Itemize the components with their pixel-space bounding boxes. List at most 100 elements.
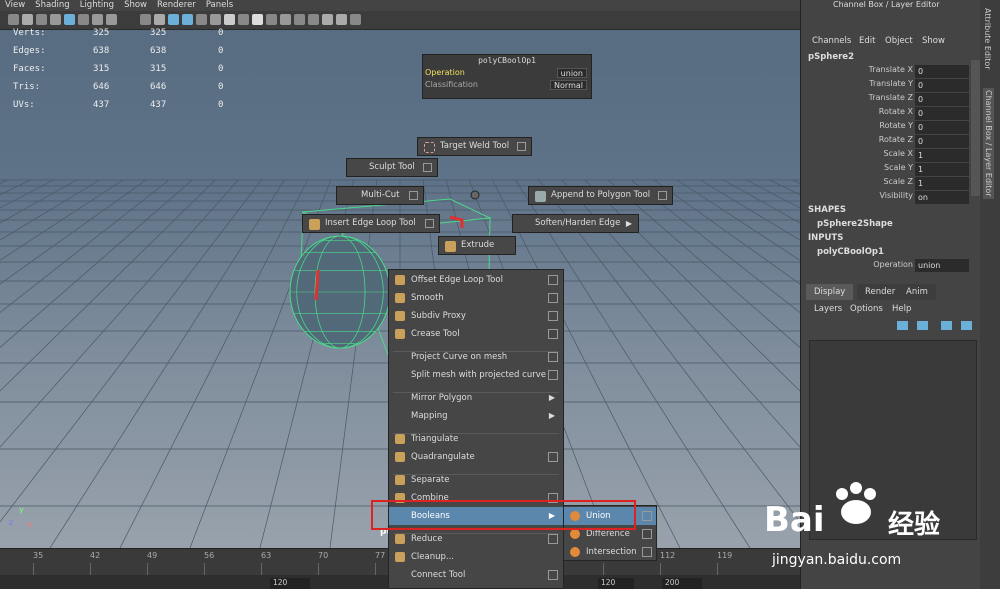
toolbar-tool-icon[interactable] [92,14,103,25]
tab-attribute-editor[interactable]: Attribute Editor [983,8,992,70]
menu-item-mapping[interactable]: Mapping ▶ [389,407,563,425]
toolbar-tool-icon[interactable] [252,14,263,25]
new-layer-icon[interactable] [897,321,908,330]
toolbar-tool-icon[interactable] [280,14,291,25]
channel-row[interactable]: Rotate X0 [801,107,971,121]
option-box[interactable] [658,191,667,200]
channel-value-field[interactable]: 1 [915,177,969,190]
channel-row[interactable]: Translate Y0 [801,79,971,93]
channel-value-field[interactable]: 0 [915,121,969,134]
target-weld-tool-item[interactable]: Target Weld Tool [417,137,532,156]
option-box[interactable] [548,329,558,339]
move-down-icon[interactable] [961,321,972,330]
toolbar-tool-icon[interactable] [196,14,207,25]
channel-row[interactable]: Rotate Y0 [801,121,971,135]
sculpt-tool-item[interactable]: Sculpt Tool [346,158,438,177]
channel-value-field[interactable]: 0 [915,135,969,148]
option-box[interactable] [548,311,558,321]
menu-lighting[interactable]: Lighting [75,0,119,11]
tab-render[interactable]: Render [857,284,904,300]
menu-view[interactable]: View [0,0,30,11]
toolbar-tool-icon[interactable] [182,14,193,25]
polyCBoolOp1-node[interactable]: polyCBoolOp1 Operation union Classificat… [422,54,592,99]
menu-item-project-curve-on-mesh[interactable]: Project Curve on mesh [389,348,563,366]
range-field[interactable]: 120 [270,578,310,589]
channel-row[interactable]: Scale Z1 [801,177,971,191]
channel-value-field[interactable]: 0 [915,93,969,106]
menu-item-split-mesh-with-projected-curve[interactable]: Split mesh with projected curve [389,366,563,384]
option-box[interactable] [642,547,652,557]
option-box[interactable] [548,352,558,362]
shape-name[interactable]: pSphere2Shape [817,219,893,229]
menu-renderer[interactable]: Renderer [152,0,201,11]
toolbar-tool-icon[interactable] [308,14,319,25]
range-field[interactable]: 120 [598,578,634,589]
toolbar-tool-icon[interactable] [294,14,305,25]
layers-menu[interactable]: Layers [814,304,842,314]
menu-panels[interactable]: Panels [201,0,238,11]
toolbar-tool-icon[interactable] [50,14,61,25]
help-menu[interactable]: Help [892,304,911,314]
options-menu[interactable]: Options [850,304,883,314]
toolbar-tool-icon[interactable] [36,14,47,25]
menu-item-cleanup[interactable]: Cleanup... [389,548,563,566]
boolean-intersection-item[interactable]: Intersection [564,543,656,561]
channel-row[interactable]: Rotate Z0 [801,135,971,149]
menu-item-quadrangulate[interactable]: Quadrangulate [389,448,563,466]
menu-show[interactable]: Show [119,0,152,11]
channel-value-field[interactable]: 0 [915,65,969,78]
option-box[interactable] [548,293,558,303]
menu-item-mirror-polygon[interactable]: Mirror Polygon ▶ [389,389,563,407]
object-menu[interactable]: Object [885,36,913,46]
option-box[interactable] [409,191,418,200]
toolbar-tool-icon[interactable] [168,14,179,25]
operation-field[interactable]: union [915,259,969,272]
edit-menu[interactable]: Edit [859,36,875,46]
toolbar-tool-icon[interactable] [266,14,277,25]
menu-item-separate[interactable]: Separate [389,471,563,489]
option-box[interactable] [642,529,652,539]
toolbar-tool-icon[interactable] [140,14,151,25]
channel-row[interactable]: Scale Y1 [801,163,971,177]
option-box[interactable] [548,452,558,462]
channel-value-field[interactable]: 1 [915,149,969,162]
option-box[interactable] [548,534,558,544]
classification-value[interactable]: Normal [550,80,587,90]
toolbar-tool-icon[interactable] [154,14,165,25]
toolbar-tool-icon[interactable] [224,14,235,25]
channel-row[interactable]: Translate Z0 [801,93,971,107]
tab-anim[interactable]: Anim [898,284,936,300]
object-name[interactable]: pSphere2 [808,52,854,62]
menu-item-smooth[interactable]: Smooth [389,289,563,307]
channel-value-field[interactable]: on [915,191,969,204]
channel-row[interactable]: Translate X0 [801,65,971,79]
toolbar-tool-icon[interactable] [8,14,19,25]
menu-item-reduce[interactable]: Reduce [389,530,563,548]
option-box[interactable] [548,370,558,380]
channel-row[interactable]: Scale X1 [801,149,971,163]
new-layer-selected-icon[interactable] [917,321,928,330]
option-box[interactable] [423,163,432,172]
option-box[interactable] [425,219,434,228]
menu-shading[interactable]: Shading [30,0,75,11]
input-node-name[interactable]: polyCBoolOp1 [817,247,884,257]
move-up-icon[interactable] [941,321,952,330]
insert-edge-loop-item[interactable]: Insert Edge Loop Tool [302,214,440,233]
toolbar-tool-icon[interactable] [322,14,333,25]
toolbar-tool-icon[interactable] [350,14,361,25]
toolbar-tool-icon[interactable] [336,14,347,25]
soften-harden-item[interactable]: Soften/Harden Edge ▶ [512,214,639,233]
channels-menu[interactable]: Channels [812,36,851,46]
option-box[interactable] [548,275,558,285]
channel-value-field[interactable]: 0 [915,107,969,120]
channel-value-field[interactable]: 0 [915,79,969,92]
menu-item-triangulate[interactable]: Triangulate [389,430,563,448]
toolbar-tool-icon[interactable] [238,14,249,25]
append-polygon-item[interactable]: Append to Polygon Tool [528,186,673,205]
channel-row[interactable]: Visibility on [801,191,971,205]
toolbar-tool-icon[interactable] [106,14,117,25]
channel-scrollbar[interactable] [971,60,980,196]
range-field[interactable]: 200 [662,578,702,589]
classification-row[interactable]: Classification Normal [423,79,591,91]
toolbar-tool-icon[interactable] [210,14,221,25]
